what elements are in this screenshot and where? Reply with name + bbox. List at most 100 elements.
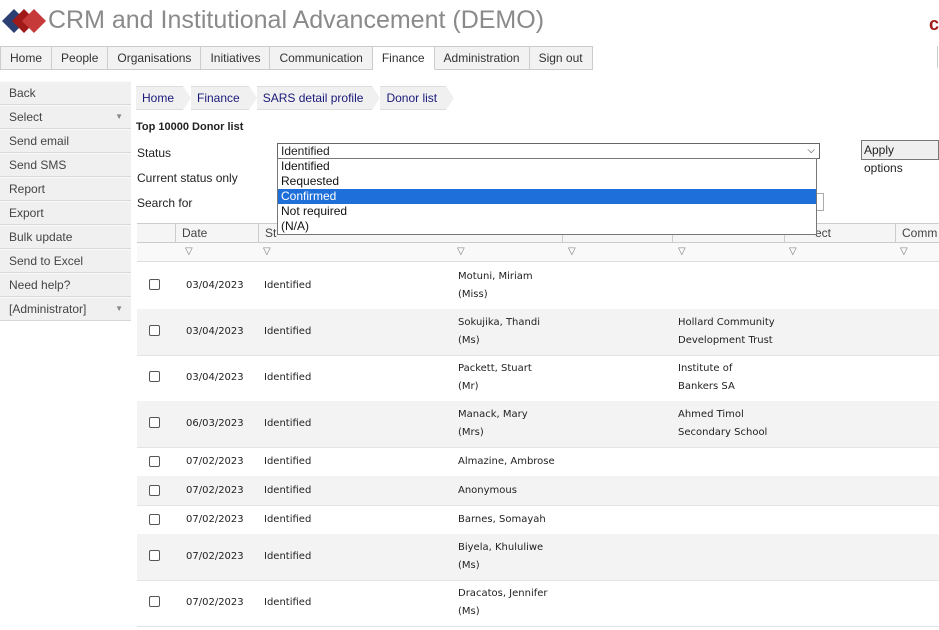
breadcrumb-item-home[interactable]: Home (136, 86, 192, 110)
cell-date: 07/02/2023 (186, 551, 244, 562)
row-checkbox[interactable] (149, 485, 160, 496)
status-option[interactable]: (N/A) (278, 219, 816, 234)
sidebar-item-export[interactable]: Export (0, 201, 131, 225)
status-select[interactable]: Identified ⌵ (277, 143, 820, 159)
sidebar-item-label: Back (9, 86, 36, 100)
nav-tab-initiatives[interactable]: Initiatives (201, 46, 271, 70)
table-row[interactable]: 03/04/2023 Identified Sokujika, Thandi (Ms)… (137, 309, 939, 356)
row-checkbox[interactable] (149, 417, 160, 428)
cell-name: Barnes, Somayah (458, 514, 546, 525)
cell-title: (Ms) (458, 606, 480, 617)
cell-status: Identified (264, 485, 312, 496)
cell-name: Almazine, Ambrose (458, 456, 555, 467)
table-row[interactable]: 03/04/2023 Identified Packett, Stuart (Mr) I… (137, 355, 939, 402)
sidebar-item-back[interactable]: Back (0, 81, 131, 105)
table-row[interactable]: 07/02/2023 Identified Barnes, Somayah (137, 505, 939, 535)
row-checkbox[interactable] (149, 596, 160, 607)
breadcrumb-item-donor-list[interactable]: Donor list (380, 86, 454, 110)
corner-logo-fragment: c (929, 14, 939, 34)
app-title: CRM and Institutional Advancement (DEMO) (48, 6, 545, 34)
cell-status: Identified (264, 280, 312, 291)
sidebar-item-select[interactable]: Select ▼ (0, 105, 131, 129)
status-dropdown-list: Identified Requested Confirmed Not required… (277, 158, 817, 235)
cell-organisation: Ahmed Timol (678, 409, 744, 420)
sidebar-item-label: Send to Excel (9, 254, 84, 268)
nav-tab-finance[interactable]: Finance (372, 46, 435, 70)
sidebar-item-need-help[interactable]: Need help? (0, 273, 131, 297)
cell-organisation: Development Trust (678, 335, 773, 346)
table-row[interactable]: 07/02/2023 Identified Almazine, Ambrose (137, 447, 939, 477)
cell-title: (Miss) (458, 289, 488, 300)
cell-organisation: Hollard Community (678, 317, 775, 328)
sidebar-item-bulk-update[interactable]: Bulk update (0, 225, 131, 249)
sidebar-item-label: [Administrator] (9, 302, 87, 316)
cell-organisation: Secondary School (678, 427, 768, 438)
cell-date: 03/04/2023 (186, 372, 244, 383)
filter-icon[interactable]: ▽ (568, 246, 576, 257)
cell-title: (Mrs) (458, 427, 484, 438)
row-checkbox[interactable] (149, 325, 160, 336)
cell-name: Biyela, Khululiwe (458, 542, 544, 553)
nav-tab-people[interactable]: People (52, 46, 109, 70)
filter-icon[interactable]: ▽ (678, 246, 686, 257)
cell-status: Identified (264, 597, 312, 608)
cell-title: (Ms) (458, 335, 480, 346)
filter-icon[interactable]: ▽ (789, 246, 797, 257)
search-label: Search for (137, 196, 193, 210)
cell-organisation: Bankers SA (678, 381, 735, 392)
table-row[interactable]: 03/04/2023 Identified Motuni, Miriam (Miss) (137, 263, 939, 310)
filter-icon[interactable]: ▽ (457, 246, 465, 257)
row-checkbox[interactable] (149, 456, 160, 467)
breadcrumb-item-sars-detail-profile[interactable]: SARS detail profile (256, 86, 381, 110)
breadcrumb: Home Finance SARS detail profile Donor list (136, 86, 454, 110)
cell-status: Identified (264, 372, 312, 383)
sidebar-item-administrator[interactable]: [Administrator] ▼ (0, 297, 131, 321)
sidebar-item-send-email[interactable]: Send email (0, 129, 131, 153)
cell-date: 07/02/2023 (186, 597, 244, 608)
cell-name: Packett, Stuart (458, 363, 532, 374)
filter-icon[interactable]: ▽ (900, 246, 908, 257)
cell-date: 07/02/2023 (186, 485, 244, 496)
caret-down-icon: ▼ (115, 112, 123, 121)
status-option[interactable]: Confirmed (278, 189, 816, 204)
table-row[interactable]: 07/02/2023 Identified Dracatos, Jennifer (M… (137, 580, 939, 627)
nav-tab-sign-out[interactable]: Sign out (529, 46, 593, 70)
apply-options-button[interactable]: Apply options (861, 140, 939, 175)
row-checkbox[interactable] (149, 514, 160, 525)
top-navigation: Home People Organisations Initiatives Commun… (0, 46, 593, 70)
column-header-comment[interactable]: Comm (895, 224, 939, 242)
table-row[interactable]: 07/02/2023 Identified Biyela, Khululiwe (Ms… (137, 534, 939, 581)
status-option[interactable]: Identified (278, 159, 816, 174)
sidebar-item-label: Need help? (9, 278, 71, 292)
status-option[interactable]: Not required (278, 204, 816, 219)
status-option[interactable]: Requested (278, 174, 816, 189)
row-checkbox[interactable] (149, 550, 160, 561)
column-header-date[interactable]: Date (175, 224, 261, 242)
table-row[interactable]: 06/03/2023 Identified Manack, Mary (Mrs) Ahm… (137, 401, 939, 448)
cell-status: Identified (264, 456, 312, 467)
cell-organisation: Institute of (678, 363, 733, 374)
sidebar-item-label: Export (9, 206, 44, 220)
status-label: Status (137, 146, 172, 160)
breadcrumb-item-finance[interactable]: Finance (191, 86, 257, 110)
cell-date: 03/04/2023 (186, 326, 244, 337)
nav-tab-home[interactable]: Home (0, 46, 53, 70)
cell-name: Manack, Mary (458, 409, 528, 420)
sidebar-item-send-sms[interactable]: Send SMS (0, 153, 131, 177)
cell-title: (Ms) (458, 560, 480, 571)
sidebar-item-send-to-excel[interactable]: Send to Excel (0, 249, 131, 273)
sidebar-item-label: Send email (9, 134, 70, 148)
current-status-label: Current status only (137, 171, 238, 185)
filter-icon[interactable]: ▽ (263, 246, 271, 257)
nav-tab-organisations[interactable]: Organisations (108, 46, 202, 70)
cell-name: Anonymous (458, 485, 517, 496)
nav-tab-communication[interactable]: Communication (270, 46, 373, 70)
row-checkbox[interactable] (149, 371, 160, 382)
filter-icon[interactable]: ▽ (185, 246, 193, 257)
sidebar-item-report[interactable]: Report (0, 177, 131, 201)
caret-down-icon: ▼ (115, 304, 123, 313)
row-checkbox[interactable] (149, 279, 160, 290)
sidebar-item-label: Report (9, 182, 46, 196)
table-row[interactable]: 07/02/2023 Identified Anonymous (137, 476, 939, 506)
nav-tab-administration[interactable]: Administration (434, 46, 530, 70)
